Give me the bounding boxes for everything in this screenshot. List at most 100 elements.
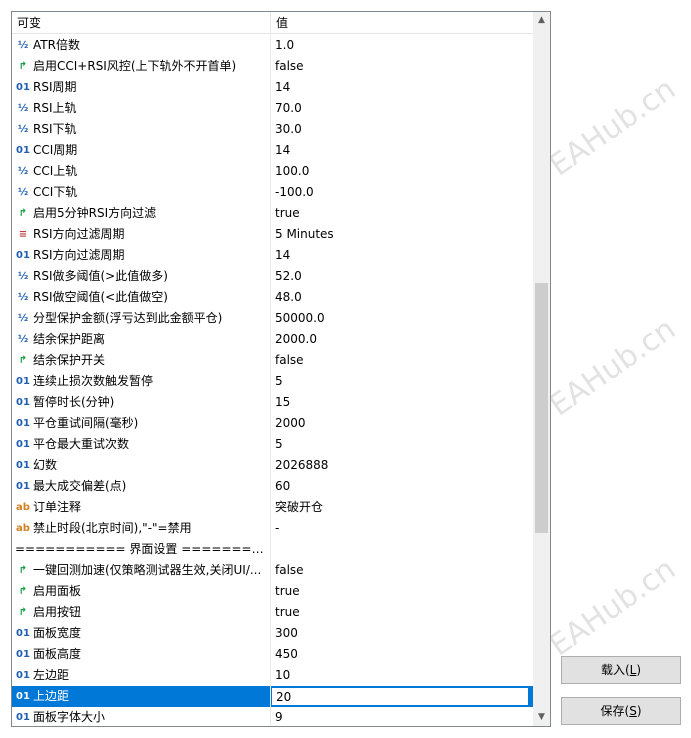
param-row[interactable]: ↱ 启用CCI+RSI风控(上下轨外不开首单) false	[12, 56, 533, 77]
bool-type-icon: ↱	[18, 565, 28, 576]
param-value[interactable]: -100.0	[275, 182, 530, 203]
param-row[interactable]: 01 CCI周期 14	[12, 140, 533, 161]
header-value[interactable]: 值	[276, 12, 288, 34]
param-value[interactable]: 70.0	[275, 98, 530, 119]
integer-type-icon: 01	[16, 481, 30, 492]
param-row[interactable]: 01 面板高度 450	[12, 644, 533, 665]
param-value[interactable]: 2000.0	[275, 329, 530, 350]
param-name: 平仓最大重试次数	[33, 437, 130, 451]
param-row[interactable]: 01 连续止损次数触发暂停 5	[12, 371, 533, 392]
param-value[interactable]: 2000	[275, 413, 530, 434]
column-divider	[270, 35, 271, 56]
scroll-thumb[interactable]	[535, 283, 548, 533]
double-type-icon: ½	[17, 124, 29, 135]
param-row[interactable]: 01 幻数 2026888	[12, 455, 533, 476]
column-divider	[270, 224, 271, 245]
param-name: ATR倍数	[33, 38, 80, 52]
param-row[interactable]: ½ CCI上轨 100.0	[12, 161, 533, 182]
param-row[interactable]: ab 订单注释 突破开仓	[12, 497, 533, 518]
param-value[interactable]: 14	[275, 77, 530, 98]
param-value[interactable]: 10	[275, 665, 530, 686]
param-row[interactable]: 01 平仓重试间隔(毫秒) 2000	[12, 413, 533, 434]
column-divider	[270, 350, 271, 371]
param-row[interactable]: 01 面板字体大小 9	[12, 707, 533, 726]
param-name: RSI做空阈值(<此值做空)	[33, 290, 168, 304]
param-name: RSI方向过滤周期	[33, 248, 125, 262]
param-row[interactable]: ½ RSI做多阈值(>此值做多) 52.0	[12, 266, 533, 287]
header-variable[interactable]: 可变	[17, 12, 270, 34]
param-row[interactable]: ↱ 结余保护开关 false	[12, 350, 533, 371]
param-value[interactable]: 突破开仓	[275, 497, 530, 518]
param-row[interactable]: ↱ 一键回测加速(仅策略测试器生效,关闭UI/... false	[12, 560, 533, 581]
section-row[interactable]: =========== 界面设置 ===========	[12, 539, 533, 560]
bool-type-icon: ↱	[18, 586, 28, 597]
param-row[interactable]: 01 RSI周期 14	[12, 77, 533, 98]
param-value[interactable]: 15	[275, 392, 530, 413]
param-value[interactable]: true	[275, 581, 530, 602]
param-row[interactable]: ≡ RSI方向过滤周期 5 Minutes	[12, 224, 533, 245]
param-value[interactable]: 50000.0	[275, 308, 530, 329]
param-row[interactable]: ½ RSI做空阈值(<此值做空) 48.0	[12, 287, 533, 308]
param-row[interactable]: ↱ 启用面板 true	[12, 581, 533, 602]
vertical-scrollbar[interactable]: ▲ ▼	[533, 12, 550, 726]
integer-type-icon: 01	[16, 712, 30, 723]
param-value[interactable]: 30.0	[275, 119, 530, 140]
column-divider	[270, 140, 271, 161]
param-name: 暂停时长(分钟)	[33, 395, 115, 409]
param-value[interactable]: true	[275, 602, 530, 623]
param-name: 幻数	[33, 458, 58, 472]
param-row[interactable]: ½ RSI上轨 70.0	[12, 98, 533, 119]
param-row[interactable]: ½ ATR倍数 1.0	[12, 35, 533, 56]
param-name: 面板宽度	[33, 626, 82, 640]
param-row[interactable]: 01 RSI方向过滤周期 14	[12, 245, 533, 266]
param-value[interactable]: 14	[275, 245, 530, 266]
param-value[interactable]: 52.0	[275, 266, 530, 287]
param-value[interactable]: 5	[275, 371, 530, 392]
param-value[interactable]: 100.0	[275, 161, 530, 182]
param-row[interactable]: ↱ 启用按钮 true	[12, 602, 533, 623]
watermark: EAHub.cn	[543, 551, 683, 664]
param-value[interactable]: 20	[271, 687, 529, 706]
integer-type-icon: 01	[16, 628, 30, 639]
column-divider	[270, 371, 271, 392]
param-row[interactable]: 01 上边距 20	[12, 686, 533, 707]
param-value[interactable]: -	[275, 518, 530, 539]
param-value[interactable]: 300	[275, 623, 530, 644]
param-value[interactable]: false	[275, 350, 530, 371]
param-value[interactable]: false	[275, 56, 530, 77]
param-value[interactable]: 1.0	[275, 35, 530, 56]
param-row[interactable]: 01 左边距 10	[12, 665, 533, 686]
column-divider	[270, 182, 271, 203]
param-value[interactable]: true	[275, 203, 530, 224]
integer-type-icon: 01	[16, 418, 30, 429]
load-button[interactable]: 载入(L)	[561, 656, 681, 684]
param-value[interactable]: 5	[275, 434, 530, 455]
param-row[interactable]: ↱ 启用5分钟RSI方向过滤 true	[12, 203, 533, 224]
save-button[interactable]: 保存(S)	[561, 697, 681, 725]
param-value[interactable]: 5 Minutes	[275, 224, 530, 245]
param-row[interactable]: 01 最大成交偏差(点) 60	[12, 476, 533, 497]
param-row[interactable]: ab 禁止时段(北京时间),"-"=禁用 -	[12, 518, 533, 539]
header-divider[interactable]	[270, 12, 271, 34]
param-row[interactable]: 01 面板宽度 300	[12, 623, 533, 644]
param-value[interactable]: 450	[275, 644, 530, 665]
param-row[interactable]: ½ CCI下轨 -100.0	[12, 182, 533, 203]
param-value[interactable]: 60	[275, 476, 530, 497]
param-row[interactable]: ½ 分型保护金额(浮亏达到此金额平仓) 50000.0	[12, 308, 533, 329]
param-value[interactable]: 14	[275, 140, 530, 161]
param-row[interactable]: ½ RSI下轨 30.0	[12, 119, 533, 140]
param-name: 一键回测加速(仅策略测试器生效,关闭UI/...	[33, 563, 262, 577]
param-value[interactable]: false	[275, 560, 530, 581]
enum-type-icon: ≡	[18, 229, 28, 240]
integer-type-icon: 01	[16, 145, 30, 156]
scroll-down-icon[interactable]: ▼	[533, 709, 550, 726]
param-value[interactable]: 9	[275, 707, 530, 726]
scroll-up-icon[interactable]: ▲	[533, 12, 550, 29]
param-row[interactable]: 01 暂停时长(分钟) 15	[12, 392, 533, 413]
param-value[interactable]: 2026888	[275, 455, 530, 476]
param-row[interactable]: 01 平仓最大重试次数 5	[12, 434, 533, 455]
param-row[interactable]: ½ 结余保护距离 2000.0	[12, 329, 533, 350]
column-divider	[270, 434, 271, 455]
inputs-grid[interactable]: 可变 值 ½ ATR倍数 1.0 ↱ 启用CCI+RSI风控(上下轨外不开首单) fals…	[11, 11, 551, 727]
param-value[interactable]: 48.0	[275, 287, 530, 308]
